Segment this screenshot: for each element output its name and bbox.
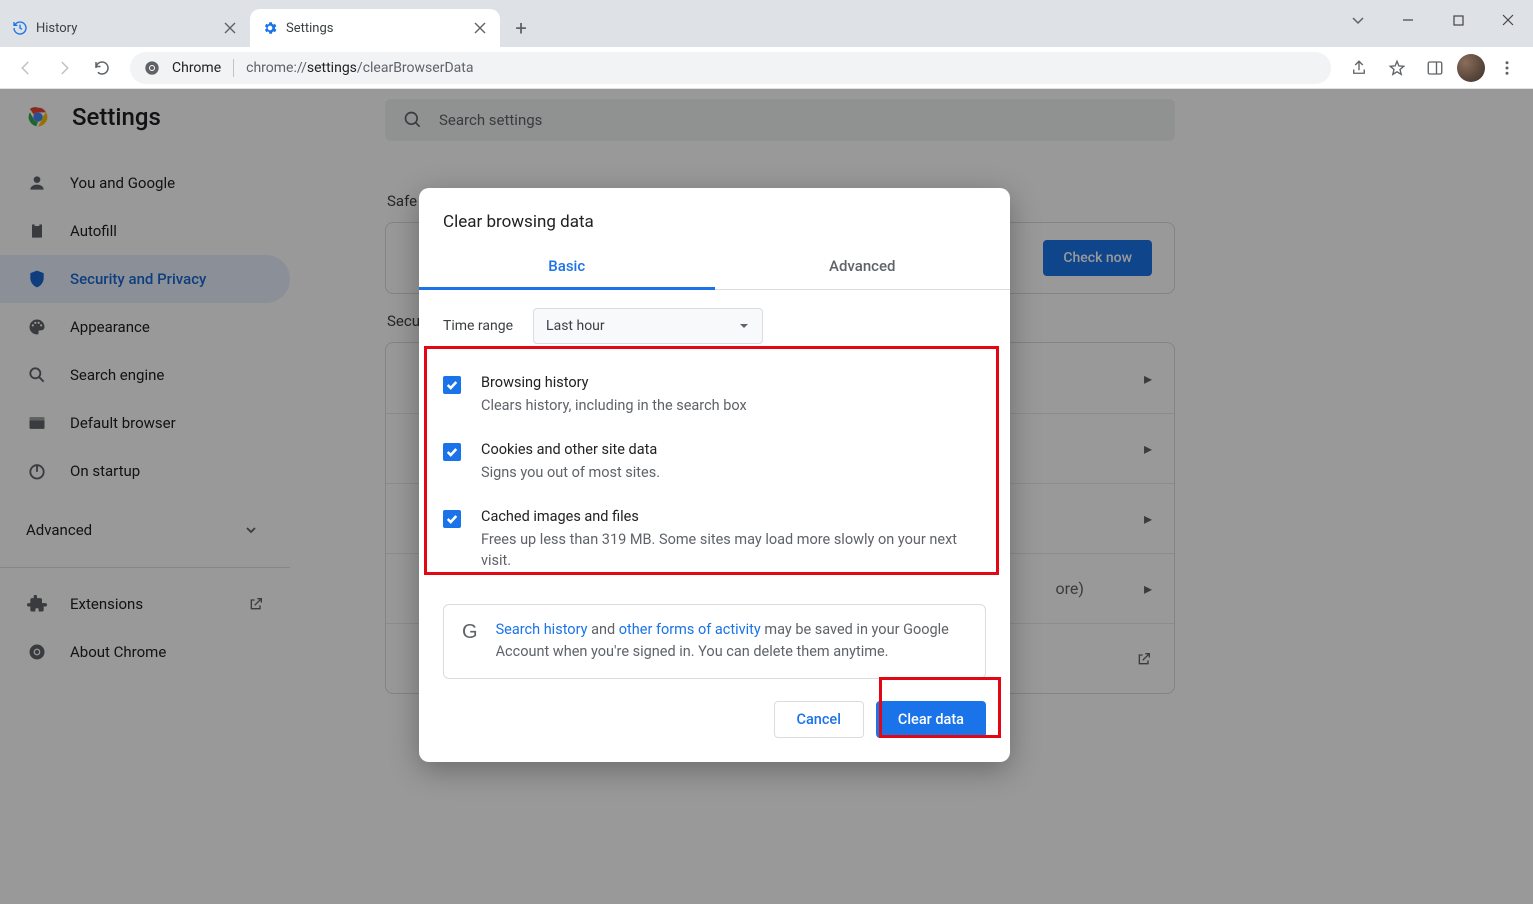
gear-icon <box>262 20 278 36</box>
tab-title: Settings <box>286 21 464 36</box>
close-icon[interactable] <box>472 20 488 36</box>
checkbox-title: Cached images and files <box>481 508 986 525</box>
history-icon <box>12 20 28 36</box>
tab-basic[interactable]: Basic <box>419 242 715 289</box>
browser-tab-settings[interactable]: Settings <box>250 9 500 47</box>
kebab-menu-icon[interactable] <box>1491 52 1523 84</box>
close-window-icon[interactable] <box>1483 0 1533 40</box>
omnibox-url: chrome://settings/clearBrowserData <box>246 60 473 76</box>
back-button[interactable] <box>10 52 42 84</box>
cancel-button[interactable]: Cancel <box>774 701 864 738</box>
new-tab-button[interactable]: + <box>506 13 536 43</box>
forward-button[interactable] <box>48 52 80 84</box>
notice-text: Search history and other forms of activi… <box>496 619 967 664</box>
link-search-history[interactable]: Search history <box>496 621 588 638</box>
checkbox-desc: Frees up less than 319 MB. Some sites ma… <box>481 529 986 573</box>
divider <box>233 59 234 77</box>
clear-data-button[interactable]: Clear data <box>876 701 986 738</box>
checkbox-checked-icon[interactable] <box>443 376 461 394</box>
minimize-icon[interactable] <box>1383 0 1433 40</box>
checkbox-desc: Signs you out of most sites. <box>481 462 660 484</box>
maximize-icon[interactable] <box>1433 0 1483 40</box>
close-icon[interactable] <box>222 20 238 36</box>
share-icon[interactable] <box>1343 52 1375 84</box>
checkbox-title: Cookies and other site data <box>481 441 660 458</box>
side-panel-icon[interactable] <box>1419 52 1451 84</box>
checkbox-row-cookies[interactable]: Cookies and other site data Signs you ou… <box>443 431 986 498</box>
checkbox-title: Browsing history <box>481 374 747 391</box>
tab-title: History <box>36 21 214 36</box>
checkbox-row-cache[interactable]: Cached images and files Frees up less th… <box>443 498 986 587</box>
browser-toolbar: Chrome chrome://settings/clearBrowserDat… <box>0 47 1533 89</box>
google-g-icon: G <box>462 621 478 664</box>
dialog-title: Clear browsing data <box>419 188 1010 242</box>
browser-tab-history[interactable]: History <box>0 9 250 47</box>
chrome-page-icon <box>144 60 160 76</box>
google-account-notice: G Search history and other forms of acti… <box>443 604 986 679</box>
time-range-value: Last hour <box>546 318 605 334</box>
omnibox[interactable]: Chrome chrome://settings/clearBrowserDat… <box>130 52 1331 84</box>
link-other-activity[interactable]: other forms of activity <box>619 621 761 638</box>
clear-browsing-data-dialog: Clear browsing data Basic Advanced Time … <box>419 188 1010 762</box>
chevron-down-icon[interactable] <box>1333 0 1383 40</box>
tab-advanced[interactable]: Advanced <box>715 242 1011 289</box>
window-controls <box>1333 0 1533 40</box>
checkbox-desc: Clears history, including in the search … <box>481 395 747 417</box>
time-range-select[interactable]: Last hour <box>533 308 763 344</box>
checkbox-checked-icon[interactable] <box>443 510 461 528</box>
bookmark-icon[interactable] <box>1381 52 1413 84</box>
time-range-label: Time range <box>443 318 513 334</box>
checkbox-checked-icon[interactable] <box>443 443 461 461</box>
avatar[interactable] <box>1457 54 1485 82</box>
checkbox-row-browsing-history[interactable]: Browsing history Clears history, includi… <box>443 364 986 431</box>
dialog-tabs: Basic Advanced <box>419 242 1010 290</box>
omnibox-product: Chrome <box>172 60 221 76</box>
dropdown-arrow-icon <box>738 320 750 332</box>
reload-button[interactable] <box>86 52 118 84</box>
tab-strip: History Settings + <box>0 0 1533 47</box>
